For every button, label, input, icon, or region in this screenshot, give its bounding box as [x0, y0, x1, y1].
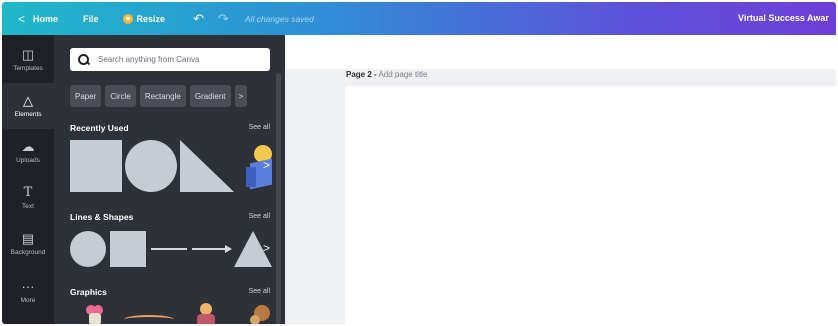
arrow-line-shape[interactable]: [192, 243, 232, 255]
rail-item-label: Elements: [14, 111, 42, 118]
upload-icon: ☁: [21, 139, 35, 154]
character-graphic[interactable]: [194, 303, 218, 324]
canva-editor: < Home File Resize ↶ ↷ All changes saved…: [2, 2, 836, 324]
search-input[interactable]: [98, 55, 258, 64]
page-label[interactable]: Page 2 - Add page title: [346, 70, 427, 79]
rail-item-label: Text: [22, 203, 34, 210]
home-label: Home: [33, 13, 59, 24]
recently-used-title: Recently Used: [70, 123, 129, 133]
rail-item-more[interactable]: ··· More: [2, 269, 54, 315]
lines-shapes-title: Lines & Shapes: [70, 212, 134, 222]
recent-next-icon[interactable]: >: [263, 158, 270, 172]
rail-item-label: Uploads: [16, 157, 40, 164]
search-icon: [78, 53, 90, 66]
suggestion-chips: Paper Circle Rectangle Gradient >: [70, 85, 273, 109]
resize-button[interactable]: Resize: [122, 13, 166, 24]
heart-graphic[interactable]: [84, 303, 108, 324]
rail-item-templates[interactable]: ◫ Templates: [2, 37, 54, 83]
more-icon: ···: [21, 279, 35, 294]
line-shape[interactable]: [151, 248, 187, 250]
rail-item-elements[interactable]: △ Elements: [2, 83, 54, 129]
design-page[interactable]: [345, 86, 836, 324]
rail-item-uploads[interactable]: ☁ Uploads: [2, 129, 54, 175]
chip-rectangle[interactable]: Rectangle: [139, 85, 186, 107]
lines-shapes-see-all[interactable]: See all: [249, 213, 270, 220]
animal-graphic[interactable]: [248, 303, 272, 324]
home-button[interactable]: < Home: [18, 12, 58, 26]
graphics-title: Graphics: [70, 287, 107, 297]
rail-item-label: Templates: [13, 65, 43, 72]
rail-item-background[interactable]: ▤ Background: [2, 221, 54, 267]
circle-shape[interactable]: [125, 140, 177, 192]
rail-item-text[interactable]: T Text: [2, 175, 54, 221]
page-title-hint[interactable]: Add page title: [378, 70, 427, 79]
bulb-box-graphic[interactable]: [246, 145, 276, 191]
chevron-right-icon: >: [238, 91, 244, 101]
resize-label: Resize: [136, 13, 166, 24]
square-shape[interactable]: [70, 140, 122, 192]
side-rail: ◫ Templates △ Elements ☁ Uploads T Text …: [2, 35, 54, 324]
design-title[interactable]: Virtual Success Awar: [738, 13, 829, 23]
square-shape[interactable]: [110, 231, 146, 267]
page-number: Page 2 -: [346, 70, 377, 79]
save-status: All changes saved: [244, 13, 314, 24]
undo-icon[interactable]: ↶: [193, 11, 204, 27]
lines-next-icon[interactable]: >: [263, 241, 270, 255]
background-icon: ▤: [21, 231, 35, 246]
circle-shape[interactable]: [70, 231, 106, 267]
recently-used-see-all[interactable]: See all: [249, 124, 270, 131]
text-icon: T: [23, 185, 33, 200]
chip-gradient[interactable]: Gradient: [189, 85, 231, 107]
search-box[interactable]: [70, 48, 270, 71]
chevron-left-icon: <: [18, 11, 26, 26]
previous-page-area: [285, 35, 836, 69]
rail-item-label: More: [20, 297, 36, 304]
elements-panel: Paper Circle Rectangle Gradient > Recent…: [54, 35, 285, 324]
file-menu-button[interactable]: File: [83, 14, 99, 24]
redo-icon[interactable]: ↷: [218, 11, 229, 27]
chip-circle[interactable]: Circle: [105, 85, 136, 107]
wave-graphic[interactable]: [124, 315, 174, 324]
panel-scrollbar[interactable]: [276, 73, 281, 324]
top-bar: < Home File Resize ↶ ↷ All changes saved…: [2, 2, 836, 35]
crown-icon: [122, 13, 133, 24]
template-icon: ◫: [21, 47, 35, 62]
elements-icon: △: [23, 93, 33, 108]
chips-next-button[interactable]: >: [234, 85, 248, 107]
chip-paper[interactable]: Paper: [70, 85, 102, 107]
right-triangle-shape[interactable]: [180, 140, 234, 192]
rail-item-label: Background: [10, 249, 46, 256]
graphics-see-all[interactable]: See all: [249, 288, 270, 295]
